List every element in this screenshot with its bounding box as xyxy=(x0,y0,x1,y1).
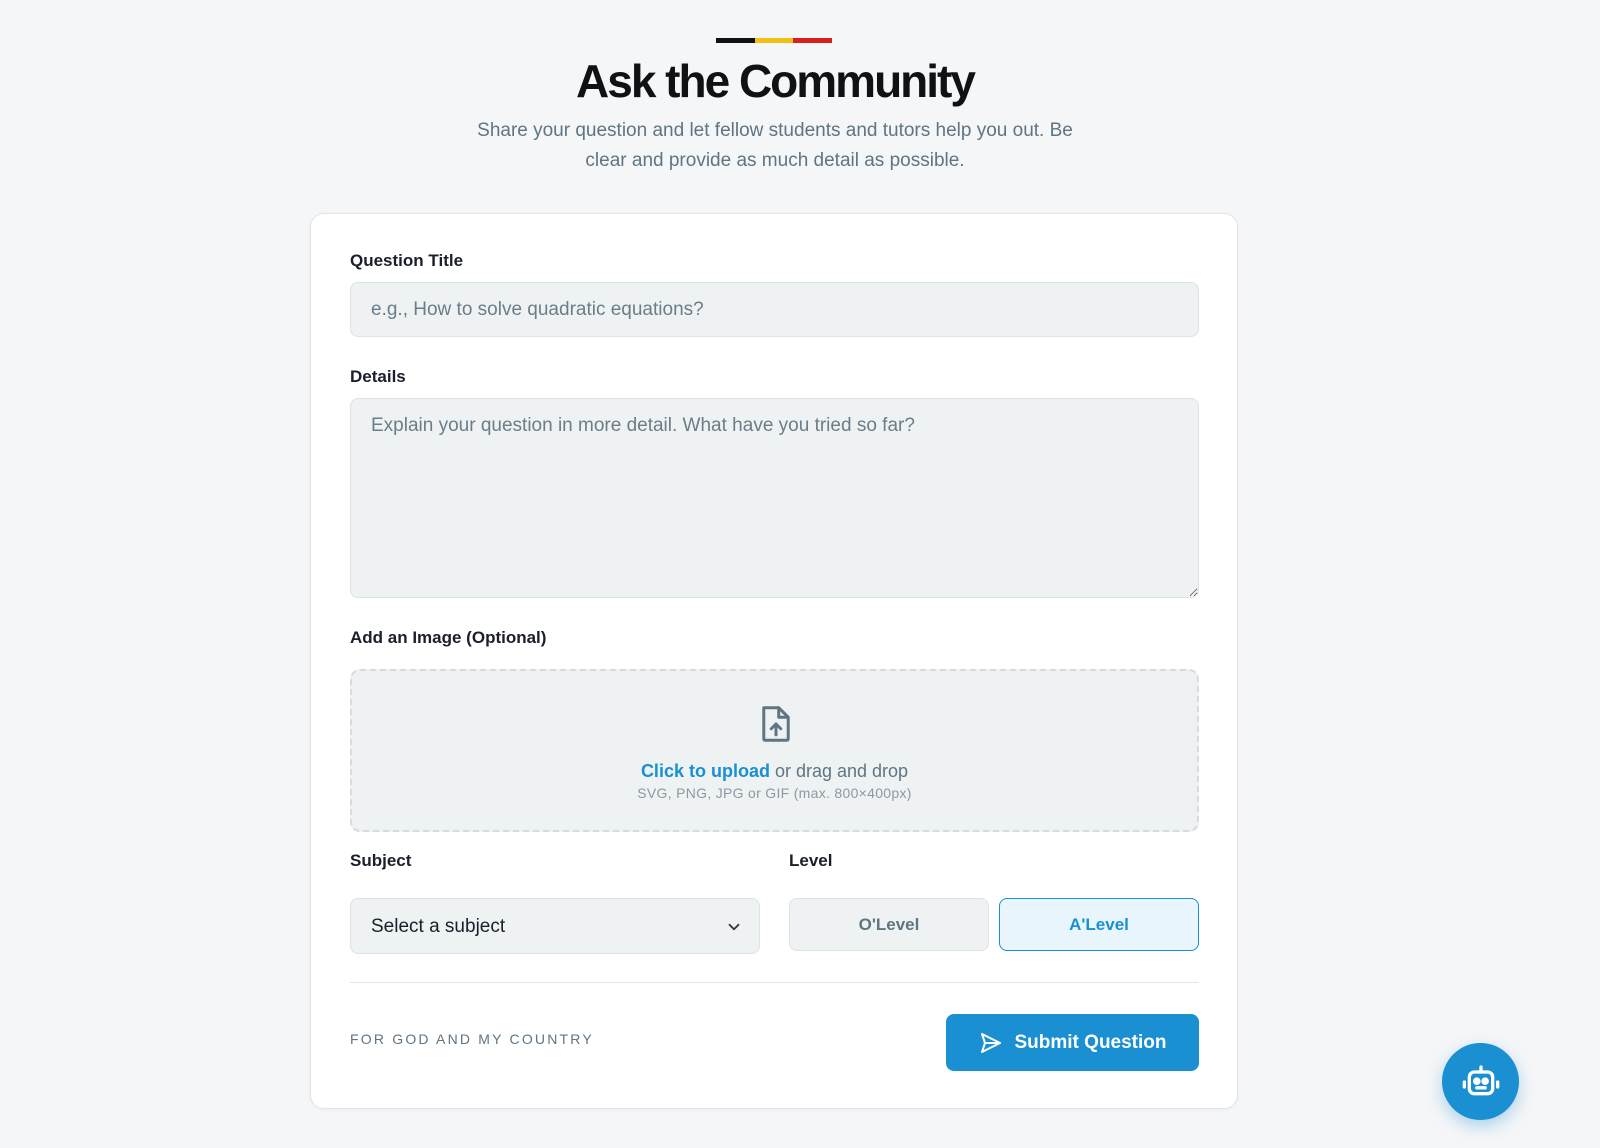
subject-select[interactable]: Select a subject xyxy=(350,898,760,954)
level-label: Level xyxy=(789,851,833,870)
subject-label: Subject xyxy=(350,851,412,870)
page-title: Ask the Community xyxy=(576,55,976,107)
page-subtitle: Share your question and let fellow stude… xyxy=(477,120,1073,171)
submit-label: Submit Question xyxy=(1014,1031,1167,1053)
level-option-olevel[interactable]: O'Level xyxy=(789,898,989,951)
submit-question-button[interactable]: Submit Question xyxy=(946,1014,1199,1071)
upload-hint: SVG, PNG, JPG or GIF (max. 800×400px) xyxy=(637,785,912,801)
image-label: Add an Image (Optional) xyxy=(350,628,547,647)
question-title-input[interactable] xyxy=(350,282,1199,337)
stripe-black xyxy=(716,38,755,43)
file-upload-icon xyxy=(762,706,790,742)
details-textarea[interactable] xyxy=(350,398,1199,598)
assistant-fab-button[interactable] xyxy=(1442,1043,1519,1120)
level-option-alevel[interactable]: A'Level xyxy=(999,898,1199,951)
motto-text: FOR GOD AND MY COUNTRY xyxy=(350,1031,594,1047)
chevron-down-icon xyxy=(728,923,740,931)
subject-select-value: Select a subject xyxy=(371,916,506,937)
stripe-yellow xyxy=(754,38,794,43)
drag-drop-text: or drag and drop xyxy=(769,761,909,781)
flag-stripe xyxy=(716,38,833,43)
upload-instructions: Click to upload or drag and drop xyxy=(352,761,1197,782)
details-label: Details xyxy=(350,367,406,386)
send-icon xyxy=(980,1032,1001,1053)
robot-icon xyxy=(1462,1064,1499,1095)
question-form-card: Question Title Details Add an Image (Opt… xyxy=(310,213,1238,1109)
image-dropzone[interactable]: Click to upload or drag and drop SVG, PN… xyxy=(350,669,1199,832)
click-to-upload-link[interactable]: Click to upload xyxy=(641,761,770,781)
stripe-red xyxy=(793,38,833,43)
divider xyxy=(350,982,1199,983)
question-title-label: Question Title xyxy=(350,251,464,270)
